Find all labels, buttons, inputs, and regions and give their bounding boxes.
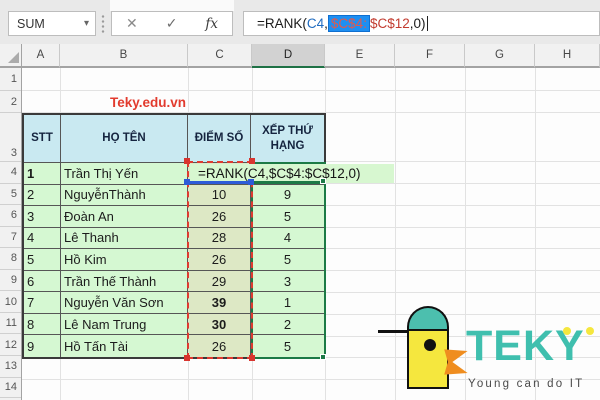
cell-name[interactable]: NguyễnThành: [61, 184, 188, 207]
header-ho-ten[interactable]: HỌ TÊN: [61, 115, 188, 163]
reference-range-border-c4-c12: [187, 161, 253, 359]
toolbar-divider-dots: [101, 14, 105, 33]
cancel-icon[interactable]: ✕: [126, 15, 138, 32]
fill-handle[interactable]: [320, 354, 326, 360]
cell-stt[interactable]: 8: [24, 313, 61, 336]
cell-stt[interactable]: 5: [24, 249, 61, 271]
row-header-3[interactable]: 3: [0, 113, 21, 162]
cell-name[interactable]: Lê Thanh: [61, 227, 188, 250]
selected-range-border-d4-d12: [251, 162, 326, 359]
cell-name[interactable]: Đoàn An: [61, 206, 188, 228]
enter-icon[interactable]: ✓: [166, 15, 178, 32]
cell-name[interactable]: Nguyễn Văn Sơn: [61, 292, 188, 314]
row-header-8[interactable]: 8: [0, 248, 21, 270]
formula-segment: ,0): [409, 16, 426, 31]
cell-stt[interactable]: 1: [24, 163, 61, 185]
column-header-h[interactable]: H: [535, 44, 600, 68]
range-handle[interactable]: [184, 355, 190, 361]
excel-window: SUM ▾ ✕ ✓ fx =RANK(C4, $C$4: $C$12,0) A B …: [0, 0, 600, 400]
row-header-5[interactable]: 5: [0, 184, 21, 206]
name-box-value: SUM: [17, 16, 45, 31]
column-header-e[interactable]: E: [325, 44, 395, 68]
watermark-text: Teky.edu.vn: [110, 95, 187, 110]
formula-selected-ref: $C$4:: [327, 15, 370, 32]
logo-bird-body: [407, 329, 449, 389]
column-headers: A B C D E F G H: [22, 44, 600, 68]
reference-border-c4: [187, 181, 251, 184]
column-header-b[interactable]: B: [60, 44, 188, 68]
column-header-d-active[interactable]: D: [252, 44, 325, 68]
row-header-7[interactable]: 7: [0, 227, 21, 249]
row-header-12[interactable]: 12: [0, 334, 21, 356]
formula-bar-input[interactable]: =RANK(C4, $C$4: $C$12,0): [243, 11, 600, 36]
header-diem-so[interactable]: ĐIỂM SỐ: [188, 115, 251, 163]
range-handle[interactable]: [184, 158, 190, 164]
column-header-a[interactable]: A: [22, 44, 60, 68]
header-stt[interactable]: STT: [24, 115, 61, 163]
row-headers: 1 2 3 4 5 6 7 8 9 10 11 12 13 14: [0, 68, 22, 400]
row-header-4[interactable]: 4: [0, 162, 21, 184]
row-header-9[interactable]: 9: [0, 270, 21, 292]
column-header-g[interactable]: G: [465, 44, 535, 68]
range-handle[interactable]: [249, 158, 255, 164]
name-box-dropdown-icon[interactable]: ▾: [84, 18, 95, 29]
range-handle[interactable]: [249, 355, 255, 361]
cell-stt[interactable]: 6: [24, 270, 61, 293]
text-cursor: [426, 16, 428, 31]
row-header-2[interactable]: 2: [0, 91, 21, 113]
select-all-triangle-icon: [8, 52, 19, 63]
cell-stt[interactable]: 9: [24, 335, 61, 357]
cell-stt[interactable]: 3: [24, 206, 61, 228]
table-header-row: STT HỌ TÊN ĐIỂM SỐ XẾP THỨ HẠNG: [24, 115, 324, 163]
formula-ref-range: $C$12: [369, 16, 410, 31]
column-header-c[interactable]: C: [188, 44, 252, 68]
range-handle[interactable]: [184, 179, 190, 185]
logo-bird-eye-icon: [424, 339, 436, 351]
formula-toolbar: SUM ▾ ✕ ✓ fx =RANK(C4, $C$4: $C$12,0): [0, 0, 600, 44]
formula-buttons: ✕ ✓ fx: [111, 11, 233, 36]
row-header-11[interactable]: 11: [0, 313, 21, 335]
insert-function-icon[interactable]: fx: [205, 16, 218, 32]
gridline: [395, 68, 396, 400]
cell-stt[interactable]: 4: [24, 227, 61, 250]
gridline: [22, 90, 600, 91]
select-all-button[interactable]: [0, 44, 22, 68]
range-handle[interactable]: [320, 178, 326, 184]
ribbon-remnant: [110, 0, 234, 11]
cell-name[interactable]: Hồ Kim: [61, 249, 188, 271]
range-handle[interactable]: [248, 179, 254, 185]
cell-stt[interactable]: 7: [24, 292, 61, 314]
row-header-14[interactable]: 14: [0, 378, 21, 398]
row-header-10[interactable]: 10: [0, 291, 21, 313]
logo-dot-icon: [586, 327, 594, 335]
active-cell-border-d4: [252, 181, 323, 184]
row-header-6[interactable]: 6: [0, 205, 21, 227]
logo-brand-text: TEKY: [466, 322, 585, 370]
logo-tagline: Young can do IT: [468, 378, 585, 390]
logo-bird-head: [407, 306, 449, 330]
row-header-1[interactable]: 1: [0, 68, 21, 91]
header-xep-thu-hang[interactable]: XẾP THỨ HẠNG: [251, 115, 324, 163]
cell-name[interactable]: Lê Nam Trung: [61, 313, 188, 336]
cell-name[interactable]: Hồ Tấn Tài: [61, 335, 188, 357]
name-box[interactable]: SUM ▾: [8, 11, 96, 36]
cell-name[interactable]: Trần Thị Yến: [61, 163, 188, 185]
cell-stt[interactable]: 2: [24, 184, 61, 207]
logo-dot-icon: [563, 327, 571, 335]
cell-name[interactable]: Trần Thế Thành: [61, 270, 188, 293]
row-header-13[interactable]: 13: [0, 356, 21, 378]
formula-ref-c4: C4: [306, 16, 325, 31]
column-header-f[interactable]: F: [395, 44, 465, 68]
formula-segment: =RANK(: [257, 16, 307, 31]
